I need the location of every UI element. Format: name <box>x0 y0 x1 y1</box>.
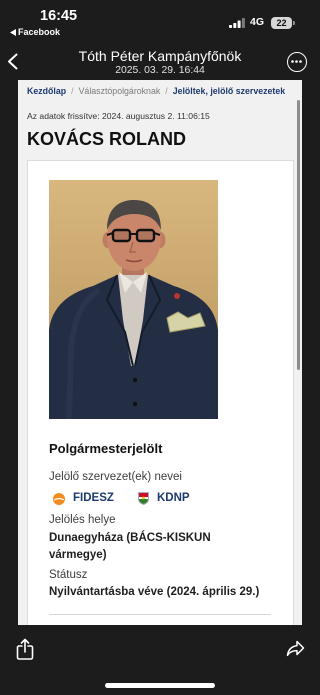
forward-share-icon[interactable] <box>286 640 305 657</box>
status-label: Státusz <box>49 569 88 581</box>
header-subtitle: 2025. 03. 29. 16:44 <box>115 65 205 76</box>
breadcrumb-voters-item: Választópolgároknak <box>78 86 161 96</box>
cellular-signal-icon <box>229 18 245 28</box>
battery-icon: 22 <box>271 16 292 29</box>
breadcrumb-home-link[interactable]: Kezdőlap <box>27 85 66 97</box>
more-options-button[interactable] <box>287 52 307 72</box>
candidate-name: KOVÁCS ROLAND <box>27 129 187 149</box>
breadcrumb-separator: / <box>71 86 74 96</box>
screen: 16:45 Facebook 4G 22 Tóth Péter Kampányf… <box>0 0 320 695</box>
battery-tip <box>293 20 295 25</box>
header-title: Tóth Péter Kampányfőnök <box>78 48 242 64</box>
organization-name-fidesz[interactable]: FIDESZ <box>73 490 114 507</box>
home-indicator[interactable] <box>105 683 215 688</box>
back-app-label: Facebook <box>18 27 61 37</box>
candidate-role: Polgármesterjelölt <box>49 441 163 456</box>
scrollbar[interactable] <box>297 100 300 370</box>
nomination-place-value: Dunaegyháza (BÁCS-KISKUN vármegye) <box>49 532 211 561</box>
back-to-app-link[interactable]: Facebook <box>10 26 60 38</box>
back-triangle-icon <box>10 28 16 36</box>
chevron-left-icon[interactable] <box>7 53 18 70</box>
web-page-panel: Kezdőlap / Választópolgároknak / Jelölte… <box>18 80 302 625</box>
status-time: 16:45 <box>40 8 78 24</box>
breadcrumb-separator: / <box>165 86 168 96</box>
kdnp-logo-icon <box>138 492 149 505</box>
data-updated-text: Az adatok frissítve: 2024. augusztus 2. … <box>27 110 210 121</box>
candidate-photo <box>49 180 218 419</box>
organizations-label: Jelölő szervezet(ek) nevei <box>49 471 182 483</box>
network-type: 4G <box>250 16 265 28</box>
status-value: Nyilvántartásba véve (2024. április 29.) <box>49 586 260 598</box>
organizations-list: FIDESZ KDNP <box>49 490 249 507</box>
more-options-icon <box>291 60 302 63</box>
divider <box>49 614 271 615</box>
nomination-place-label: Jelölés helye <box>49 514 116 526</box>
share-icon[interactable] <box>16 638 34 660</box>
lapel-pin <box>174 293 180 299</box>
organization-name-kdnp[interactable]: KDNP <box>157 490 190 507</box>
breadcrumb-candidates-link[interactable]: Jelöltek, jelölő szervezetek <box>173 85 285 97</box>
battery-level: 22 <box>276 17 287 28</box>
breadcrumb: Kezdőlap / Választópolgároknak / Jelölte… <box>27 85 285 97</box>
bottom-toolbar <box>0 625 320 695</box>
candidate-card: Polgármesterjelölt Jelölő szervezet(ek) … <box>27 160 294 625</box>
fidesz-logo-icon <box>53 492 65 505</box>
